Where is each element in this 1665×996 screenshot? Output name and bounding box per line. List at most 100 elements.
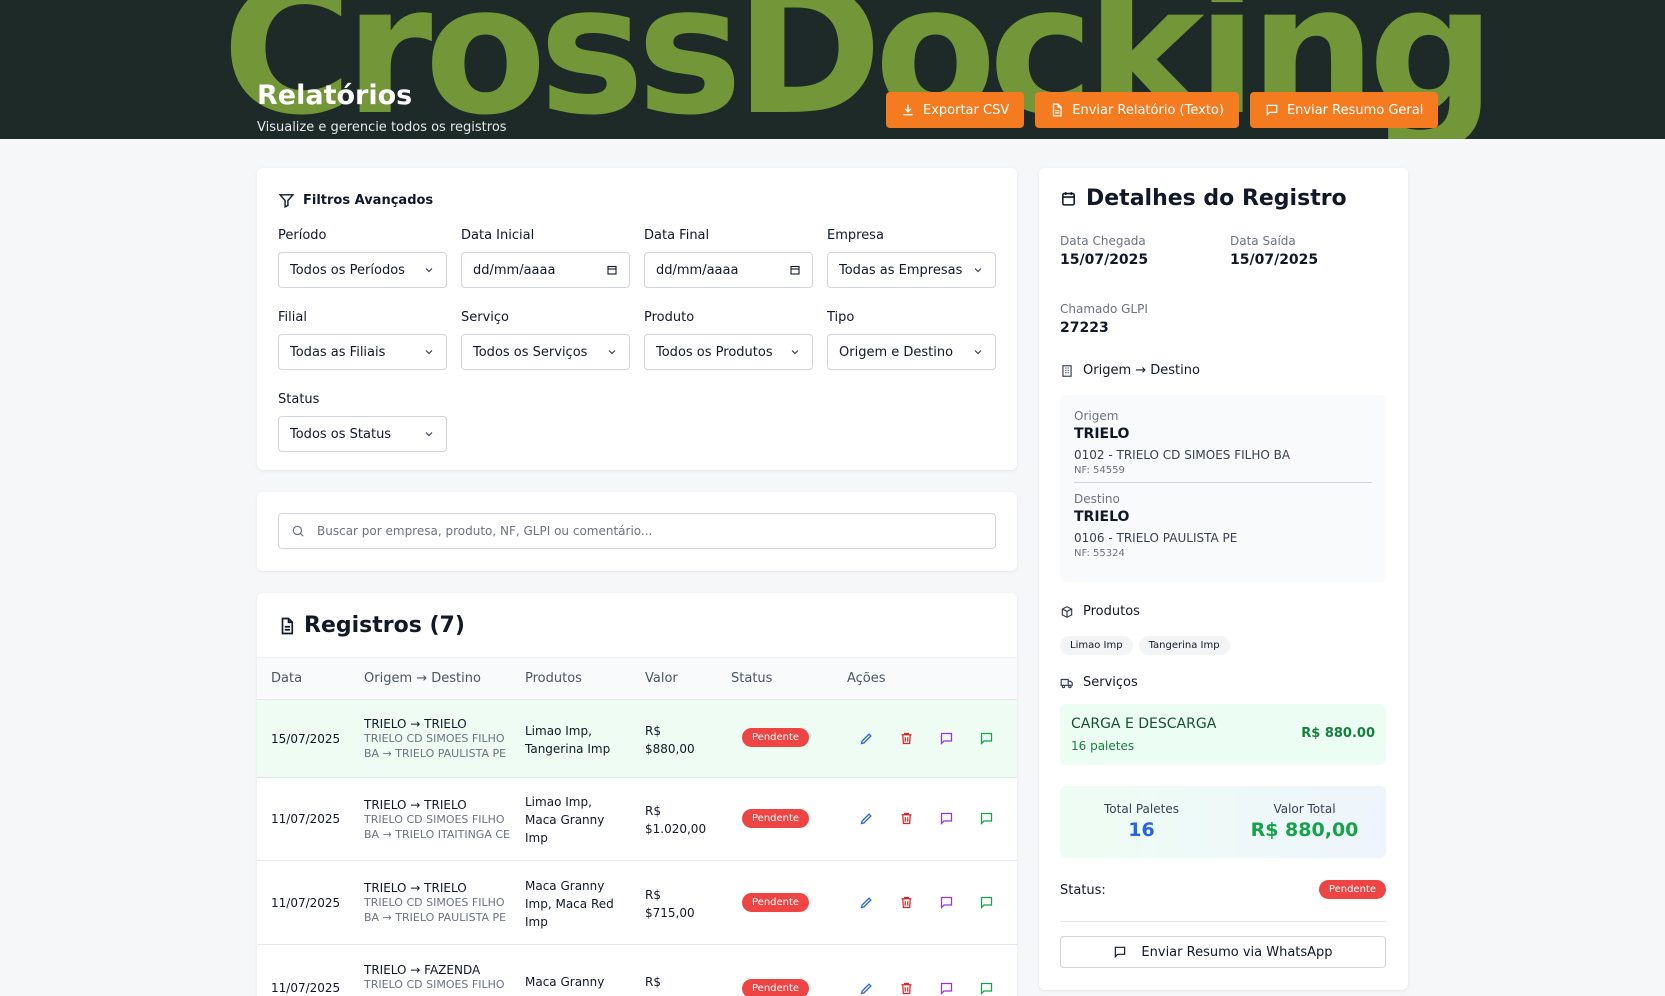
produto-select-value: Todos os Produtos — [656, 344, 773, 360]
status-label: Status: — [1060, 883, 1106, 898]
comment-icon[interactable] — [939, 731, 954, 746]
row-route-main: TRIELO → TRIELO — [364, 717, 467, 731]
whatsapp-message-icon[interactable] — [979, 811, 994, 826]
filter-tipo-label: Tipo — [827, 310, 855, 325]
send-report-text-button[interactable]: Enviar Relatório (Texto) — [1035, 92, 1239, 128]
periodo-select-value: Todos os Períodos — [290, 262, 405, 278]
filter-periodo-label: Período — [278, 228, 327, 243]
send-whatsapp-summary-button[interactable]: Enviar Resumo via WhatsApp — [1060, 936, 1386, 968]
filial-select[interactable]: Todas as Filiais — [278, 334, 447, 370]
destination-branch: 0106 - TRIELO PAULISTA PE — [1074, 531, 1238, 545]
whatsapp-message-icon[interactable] — [979, 981, 994, 996]
table-row[interactable]: 15/07/2025 TRIELO → TRIELO TRIELO CD SIM… — [257, 700, 1017, 778]
row-products-line: Maca Granny — [525, 813, 605, 827]
row-products-line: Maca Granny — [525, 879, 605, 893]
row-value-currency: R$ — [645, 804, 661, 818]
data-inicial-input[interactable]: dd/mm/aaaa — [461, 252, 630, 288]
edit-icon[interactable] — [859, 731, 874, 746]
arrival-date: Data Chegada 15/07/2025 — [1060, 234, 1148, 268]
message-icon — [1266, 104, 1278, 117]
column-header-products[interactable]: Produtos — [525, 671, 582, 686]
search-input[interactable]: Buscar por empresa, produto, NF, GLPI ou… — [278, 513, 996, 549]
servico-select[interactable]: Todos os Serviços — [461, 334, 630, 370]
row-products-line: Limao Imp, — [525, 724, 592, 738]
search-card: Buscar por empresa, produto, NF, GLPI ou… — [257, 492, 1017, 571]
comment-icon[interactable] — [939, 981, 954, 996]
produto-select[interactable]: Todos os Produtos — [644, 334, 813, 370]
periodo-select[interactable]: Todos os Períodos — [278, 252, 447, 288]
edit-icon[interactable] — [859, 895, 874, 910]
destination-nf: NF: 55324 — [1074, 548, 1125, 559]
total-value-label: Valor Total — [1273, 802, 1336, 816]
column-header-actions: Ações — [847, 671, 886, 686]
chevron-down-icon — [791, 350, 799, 355]
row-date: 11/07/2025 — [271, 896, 341, 910]
chevron-down-icon — [974, 268, 982, 273]
edit-icon[interactable] — [859, 981, 874, 996]
row-products-line: Limao Imp, — [525, 795, 592, 809]
search-icon — [292, 525, 304, 537]
total-value-amount: R$ 880,00 — [1250, 819, 1359, 841]
comment-icon[interactable] — [939, 811, 954, 826]
calendar-icon[interactable] — [789, 264, 801, 276]
filter-status: Status Todos os Status — [278, 392, 447, 452]
table-row[interactable]: 11/07/2025 TRIELO → TRIELO TRIELO CD SIM… — [257, 778, 1017, 861]
row-products-line: Maca Granny — [525, 975, 605, 989]
records-title-text: Registros (7) — [304, 613, 465, 638]
trash-icon[interactable] — [899, 731, 914, 746]
total-pallets-label: Total Paletes — [1104, 802, 1179, 816]
column-header-data[interactable]: Data — [271, 671, 302, 686]
origin-destination-box: Origem TRIELO 0102 - TRIELO CD SIMOES FI… — [1060, 395, 1386, 582]
file-text-icon — [1053, 103, 1062, 117]
header-banner: CrossDocking Relatórios Visualize e gere… — [0, 0, 1665, 139]
row-date: 15/07/2025 — [271, 732, 341, 746]
comment-icon[interactable] — [939, 895, 954, 910]
empresa-select[interactable]: Todas as Empresas — [827, 252, 996, 288]
edit-icon[interactable] — [859, 811, 874, 826]
divider — [1074, 482, 1372, 483]
data-final-input[interactable]: dd/mm/aaaa — [644, 252, 813, 288]
whatsapp-message-icon[interactable] — [979, 731, 994, 746]
filter-filial-label: Filial — [278, 310, 307, 325]
trash-icon[interactable] — [899, 895, 914, 910]
filters-title-text: Filtros Avançados — [303, 193, 434, 208]
total-value: Valor Total R$ 880,00 — [1223, 802, 1386, 841]
trash-icon[interactable] — [899, 981, 914, 996]
calendar-icon[interactable] — [606, 264, 618, 276]
status-select[interactable]: Todos os Status — [278, 416, 447, 452]
column-header-route[interactable]: Origem → Destino — [364, 671, 481, 686]
row-date: 11/07/2025 — [271, 981, 341, 995]
filters-title: Filtros Avançados — [278, 192, 433, 209]
row-route: TRIELO → TRIELO TRIELO CD SIMOES FILHO B… — [364, 881, 506, 925]
whatsapp-message-icon[interactable] — [979, 895, 994, 910]
send-summary-label: Enviar Resumo Geral — [1286, 102, 1424, 118]
origin-branch: 0102 - TRIELO CD SIMOES FILHO BA — [1074, 448, 1291, 462]
row-route-main: TRIELO → TRIELO — [364, 798, 467, 812]
destination-company: TRIELO — [1074, 509, 1130, 525]
filter-produto-label: Produto — [644, 310, 695, 325]
column-header-value[interactable]: Valor — [645, 671, 678, 686]
total-pallets: Total Paletes 16 — [1060, 802, 1223, 841]
filter-filial: Filial Todas as Filiais — [278, 310, 447, 370]
row-products: Maca Granny — [525, 973, 604, 991]
row-products-line: Imp — [525, 915, 548, 929]
record-details-panel: Detalhes do Registro Data Chegada 15/07/… — [1039, 168, 1408, 990]
table-row[interactable]: 11/07/2025 TRIELO → FAZENDA TRIELO CD SI… — [257, 945, 1017, 996]
tipo-select[interactable]: Origem e Destino — [827, 334, 996, 370]
table-row[interactable]: 11/07/2025 TRIELO → TRIELO TRIELO CD SIM… — [257, 861, 1017, 945]
send-summary-button[interactable]: Enviar Resumo Geral — [1249, 92, 1439, 128]
filter-empresa: Empresa Todas as Empresas — [827, 228, 996, 288]
row-route-detail-2: BA → TRIELO PAULISTA PE — [364, 747, 507, 760]
row-route-detail: TRIELO CD SIMOES FILHO — [364, 732, 505, 745]
column-header-status[interactable]: Status — [731, 671, 772, 686]
trash-icon[interactable] — [899, 811, 914, 826]
chevron-down-icon — [425, 432, 433, 437]
empresa-select-value: Todas as Empresas — [839, 262, 963, 278]
row-value: R$ $715,00 — [645, 886, 695, 922]
row-value-currency: R$ — [645, 975, 661, 989]
export-csv-button[interactable]: Exportar CSV — [886, 92, 1025, 128]
records-title: Registros (7) — [278, 613, 465, 638]
glpi-ticket: Chamado GLPI 27223 — [1060, 302, 1148, 336]
filter-status-label: Status — [278, 392, 320, 407]
departure-date-value: 15/07/2025 — [1230, 252, 1319, 268]
